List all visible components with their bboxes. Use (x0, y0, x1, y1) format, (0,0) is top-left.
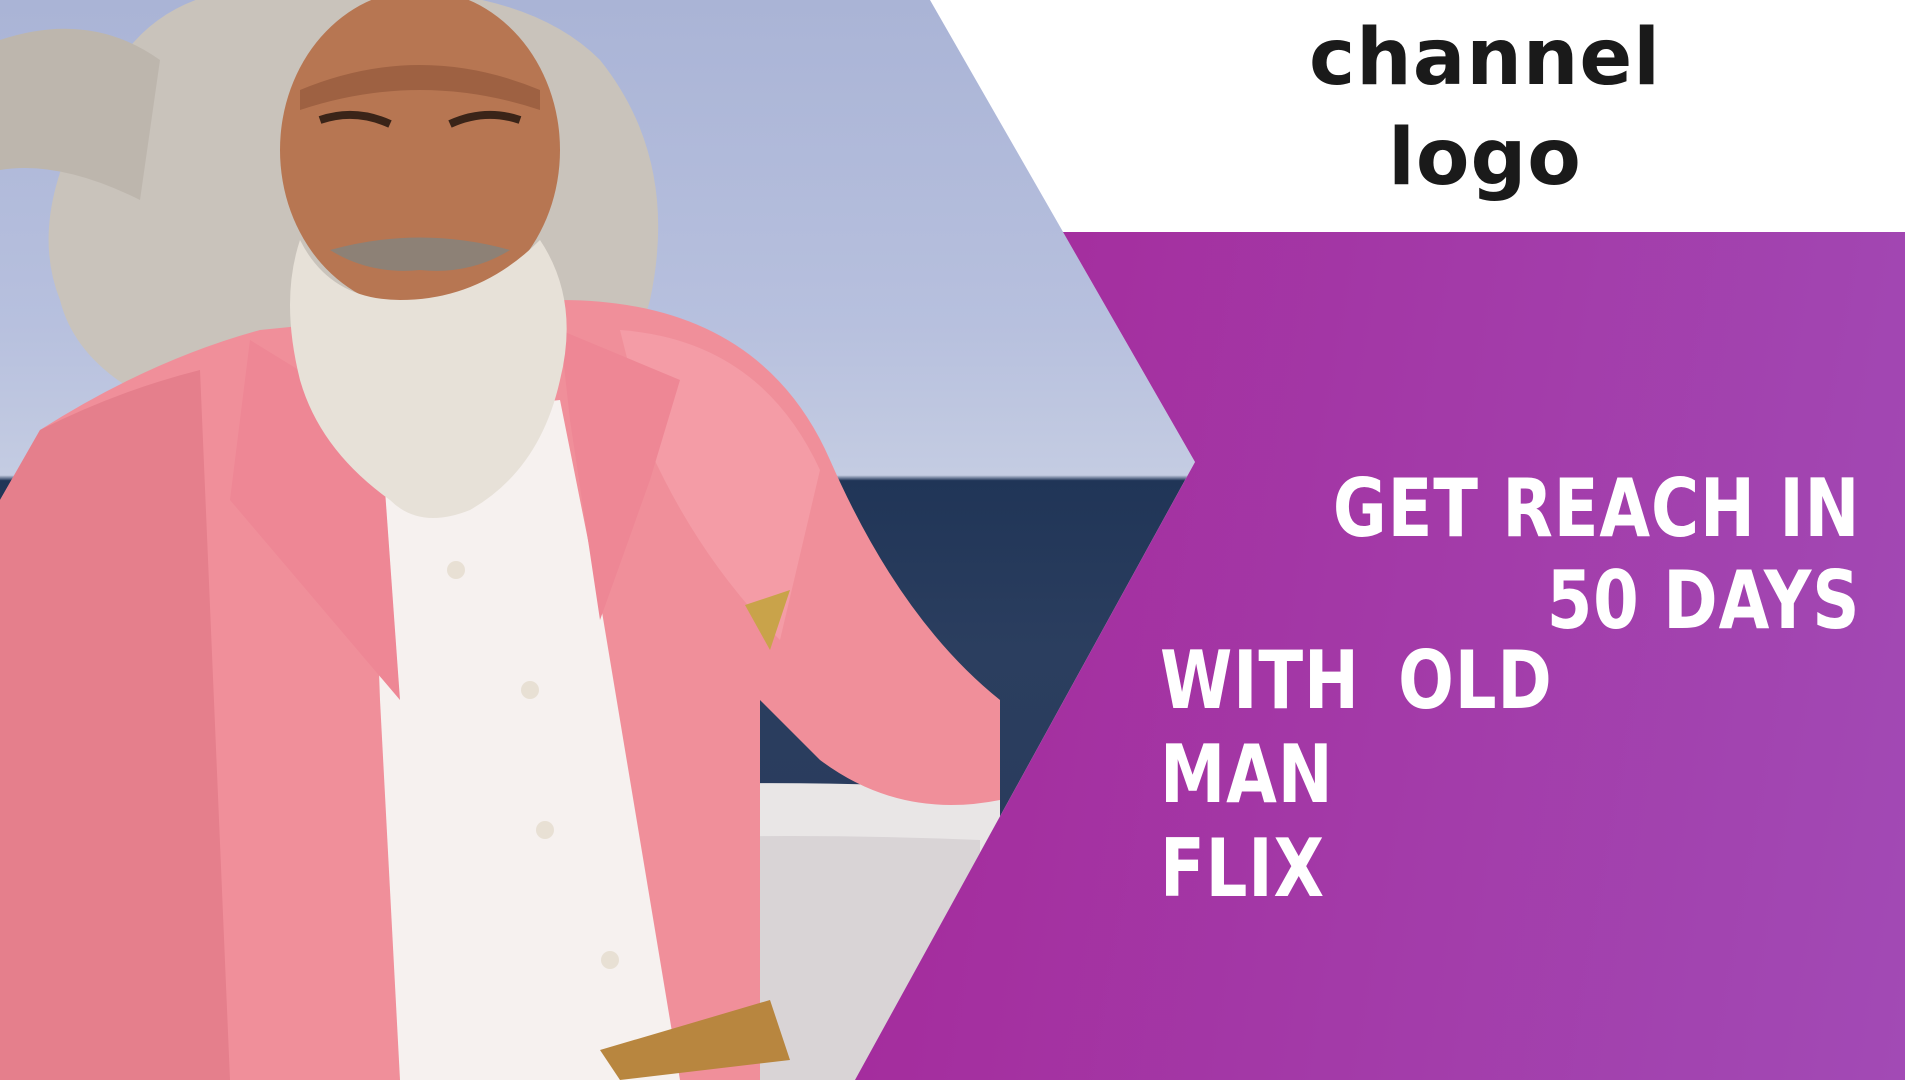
channel-logo: channel logo (1240, 8, 1730, 208)
headline: GET REACH IN 50 DAYS WITH OLD MAN FLIX (1160, 462, 1859, 916)
suit-shadow-left (0, 370, 230, 1080)
logo-line-1: channel (1308, 13, 1662, 103)
thumbnail-canvas: channel logo GET REACH IN 50 DAYS WITH O… (0, 0, 1905, 1080)
logo-line-2: logo (1388, 113, 1582, 203)
shirt-button-1 (447, 561, 465, 579)
headline-line-3: WITH OLD MAN (1160, 634, 1553, 821)
shirt-button-2 (521, 681, 539, 699)
headline-line-4: FLIX (1160, 822, 1325, 915)
headline-line-1: GET REACH IN (1332, 462, 1861, 555)
shirt-button-4 (601, 951, 619, 969)
hair-strands (0, 28, 160, 200)
shirt-button-3 (536, 821, 554, 839)
